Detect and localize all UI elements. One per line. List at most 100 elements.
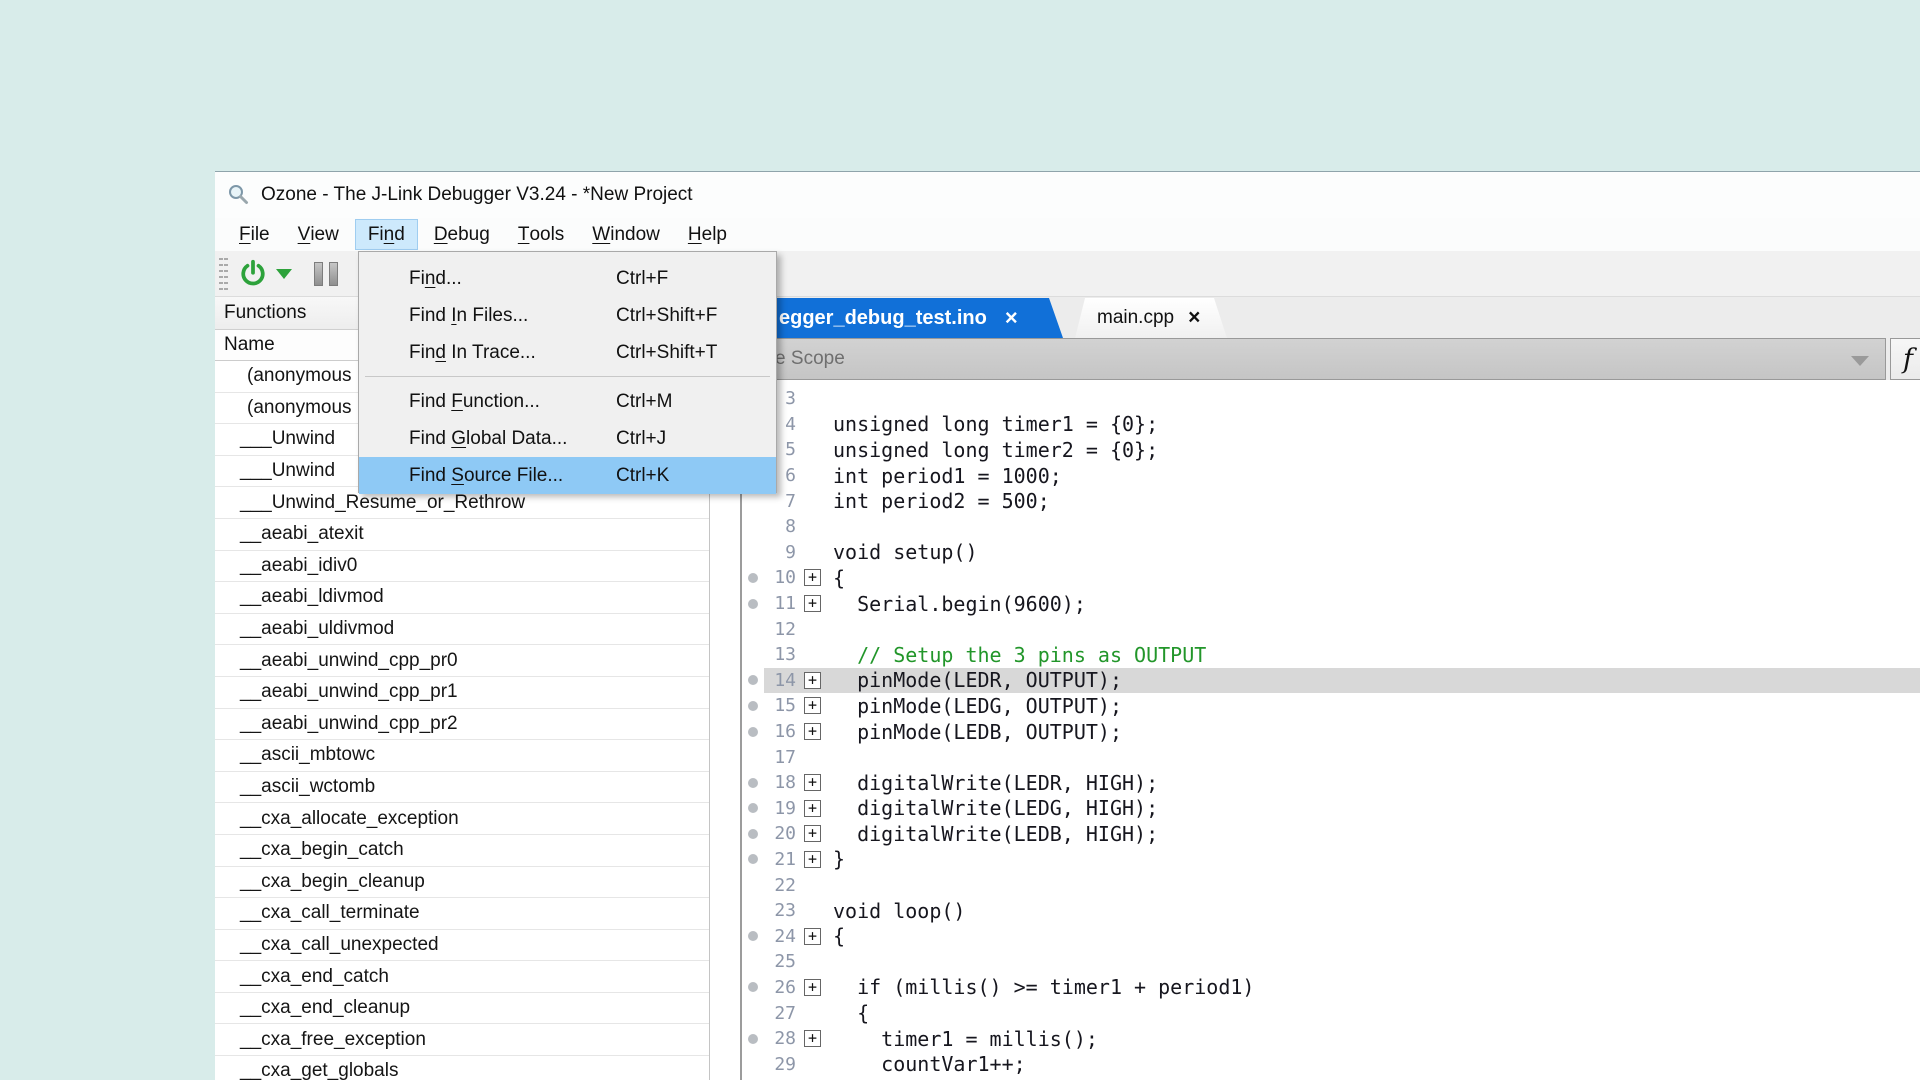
highlighted-code-line[interactable]: pinMode(LEDR, OUTPUT);	[833, 668, 1122, 692]
line-number: 12	[764, 619, 796, 640]
code-line[interactable]: if (millis() >= timer1 + period1)	[833, 975, 1254, 999]
function-list-item[interactable]: __cxa_begin_catch	[215, 835, 709, 867]
breakpoint-dot[interactable]	[742, 803, 764, 813]
breakpoint-dot[interactable]	[742, 1034, 764, 1044]
function-list-item[interactable]: __aeabi_unwind_cpp_pr0	[215, 645, 709, 677]
code-line[interactable]: digitalWrite(LEDB, HIGH);	[833, 822, 1158, 846]
menu-file[interactable]: File	[227, 219, 282, 250]
app-magnifier-icon	[227, 183, 251, 207]
breakpoint-dot[interactable]	[742, 701, 764, 711]
chevron-down-icon[interactable]	[1851, 356, 1869, 366]
code-line[interactable]: countVar1++;	[833, 1052, 1026, 1076]
fold-expand-icon[interactable]	[804, 851, 821, 868]
fold-expand-icon[interactable]	[804, 825, 821, 842]
pause-button[interactable]	[314, 262, 338, 286]
menu-window[interactable]: Window	[580, 219, 672, 250]
title-bar: Ozone - The J-Link Debugger V3.24 - *New…	[215, 172, 1920, 218]
function-list-item[interactable]: __cxa_end_cleanup	[215, 993, 709, 1025]
breakpoint-dot[interactable]	[742, 573, 764, 583]
toolbar-grip[interactable]	[224, 258, 228, 290]
function-list-item[interactable]: __cxa_free_exception	[215, 1024, 709, 1056]
fold-expand-icon[interactable]	[804, 979, 821, 996]
function-list-item[interactable]: __ascii_wctomb	[215, 772, 709, 804]
menu-view[interactable]: View	[286, 219, 351, 250]
code-line[interactable]: int period1 = 1000;	[833, 464, 1062, 488]
breakpoint-dot[interactable]	[742, 599, 764, 609]
code-line[interactable]: Serial.begin(9600);	[833, 592, 1086, 616]
code-line[interactable]: }	[833, 847, 845, 871]
fold-expand-icon[interactable]	[804, 595, 821, 612]
function-list-item[interactable]: __aeabi_unwind_cpp_pr1	[215, 677, 709, 709]
tab-main-cpp[interactable]: main.cpp ×	[1075, 298, 1227, 338]
code-line[interactable]: void loop()	[833, 899, 965, 923]
fold-expand-icon[interactable]	[804, 800, 821, 817]
breakpoint-dot[interactable]	[742, 778, 764, 788]
function-list-item[interactable]: __cxa_end_catch	[215, 961, 709, 993]
code-line[interactable]: timer1 = millis();	[833, 1027, 1098, 1051]
code-line[interactable]: unsigned long timer2 = {0};	[833, 438, 1158, 462]
tab-close-icon[interactable]: ×	[1005, 305, 1018, 331]
function-list-item[interactable]: __ascii_mbtowc	[215, 740, 709, 772]
fold-expand-icon[interactable]	[804, 723, 821, 740]
shortcut-label: Ctrl+K	[616, 465, 776, 487]
function-list-item[interactable]: __aeabi_unwind_cpp_pr2	[215, 709, 709, 741]
function-list-item[interactable]: __cxa_call_unexpected	[215, 930, 709, 962]
menu-bar: File View Find Debug Tools Window Help	[215, 218, 1920, 251]
breakpoint-dot[interactable]	[742, 829, 764, 839]
menu-help[interactable]: Help	[676, 219, 739, 250]
code-line[interactable]: pinMode(LEDG, OUTPUT);	[833, 694, 1122, 718]
menu-separator	[365, 376, 770, 377]
line-number: 18	[764, 772, 796, 793]
function-list-item[interactable]: __aeabi_uldivmod	[215, 614, 709, 646]
code-line[interactable]: digitalWrite(LEDG, HIGH);	[833, 796, 1158, 820]
code-line[interactable]: digitalWrite(LEDR, HIGH);	[833, 771, 1158, 795]
menu-item-find-source-file[interactable]: Find Source File... Ctrl+K	[359, 457, 776, 494]
breakpoint-dot[interactable]	[742, 675, 764, 685]
menu-item-find-function[interactable]: Find Function... Ctrl+M	[359, 383, 776, 420]
code-line[interactable]: int period2 = 500;	[833, 489, 1050, 513]
code-line[interactable]: {	[833, 1001, 869, 1025]
breakpoint-dot[interactable]	[742, 931, 764, 941]
menu-item-find-global-data[interactable]: Find Global Data... Ctrl+J	[359, 420, 776, 457]
function-list-item[interactable]: __cxa_allocate_exception	[215, 803, 709, 835]
code-line[interactable]: pinMode(LEDB, OUTPUT);	[833, 720, 1122, 744]
power-icon	[238, 259, 268, 289]
find-dropdown-menu: Find... Ctrl+F Find In Files... Ctrl+Shi…	[358, 251, 777, 493]
power-debug-button[interactable]	[238, 259, 268, 289]
breakpoint-dot[interactable]	[742, 727, 764, 737]
code-line[interactable]: unsigned long timer1 = {0};	[833, 412, 1158, 436]
fold-expand-icon[interactable]	[804, 672, 821, 689]
line-number: 11	[764, 593, 796, 614]
breakpoint-dot[interactable]	[742, 982, 764, 992]
fold-expand-icon[interactable]	[804, 1030, 821, 1047]
function-list-item[interactable]: __cxa_begin_cleanup	[215, 867, 709, 899]
power-dropdown-icon[interactable]	[276, 269, 292, 279]
tab-segger-debug-test-ino[interactable]: egger_debug_test.ino ×	[745, 298, 1063, 338]
fold-expand-icon[interactable]	[804, 928, 821, 945]
breakpoint-dot[interactable]	[742, 854, 764, 864]
code-comment-line[interactable]: // Setup the 3 pins as OUTPUT	[833, 643, 1206, 667]
function-list-item[interactable]: __aeabi_atexit	[215, 519, 709, 551]
code-editor[interactable]: 3 4unsigned long timer1 = {0}; 5unsigned…	[742, 380, 1920, 1080]
fold-expand-icon[interactable]	[804, 774, 821, 791]
fold-expand-icon[interactable]	[804, 697, 821, 714]
toolbar-grip[interactable]	[219, 258, 223, 290]
function-list-item[interactable]: __aeabi_ldivmod	[215, 582, 709, 614]
fold-expand-icon[interactable]	[804, 569, 821, 586]
code-line[interactable]: {	[833, 924, 845, 948]
tab-close-icon[interactable]: ×	[1188, 306, 1200, 330]
menu-item-find-in-files[interactable]: Find In Files... Ctrl+Shift+F	[359, 297, 776, 334]
function-filter-button[interactable]: f	[1890, 338, 1920, 380]
function-list-item[interactable]: __aeabi_idiv0	[215, 551, 709, 583]
menu-tools[interactable]: Tools	[506, 219, 576, 250]
file-scope-combobox[interactable]: File Scope	[742, 338, 1886, 380]
line-number: 25	[764, 951, 796, 972]
menu-item-find-in-trace[interactable]: Find In Trace... Ctrl+Shift+T	[359, 334, 776, 371]
code-line[interactable]: void setup()	[833, 540, 978, 564]
code-line[interactable]: {	[833, 566, 845, 590]
menu-item-find[interactable]: Find... Ctrl+F	[359, 260, 776, 297]
function-list-item[interactable]: __cxa_get_globals	[215, 1056, 709, 1080]
menu-debug[interactable]: Debug	[422, 219, 502, 250]
menu-find[interactable]: Find	[355, 219, 418, 250]
function-list-item[interactable]: __cxa_call_terminate	[215, 898, 709, 930]
